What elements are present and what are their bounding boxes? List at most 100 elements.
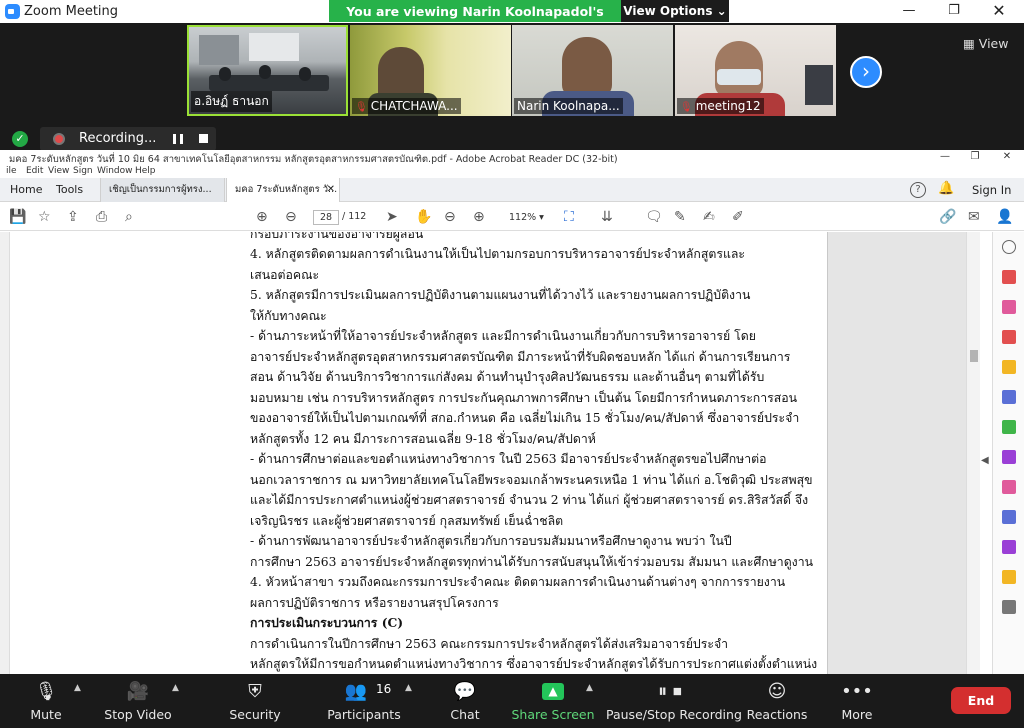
zoom-out-icon[interactable]: ⊖ (444, 208, 456, 226)
maximize-icon[interactable]: ❐ (931, 0, 977, 23)
more-tools-icon[interactable] (1002, 600, 1016, 614)
chat-bubble-icon: 💬 (453, 681, 477, 702)
scroll-mode-icon[interactable]: ⇊ (601, 208, 613, 226)
select-cursor-icon[interactable]: ➤ (386, 208, 398, 226)
comment-tool-icon[interactable] (1002, 360, 1016, 374)
stop-video-button[interactable]: 🎥 Stop Video (102, 674, 174, 728)
comment-icon[interactable]: 🗨 (645, 208, 663, 226)
end-meeting-button[interactable]: End (951, 687, 1011, 714)
recording-dot-icon (53, 133, 65, 145)
scrollbar-thumb[interactable] (970, 350, 978, 362)
share-screen-button[interactable]: ▲ Share Screen (510, 674, 596, 728)
bookmark-star-icon[interactable]: ☆ (38, 208, 51, 226)
video-options-chevron-icon[interactable]: ▲ (172, 683, 179, 693)
microphone-icon: 🎙 (34, 681, 58, 702)
audio-options-chevron-icon[interactable]: ▲ (74, 683, 81, 693)
tab-document-1[interactable]: เชิญเป็นกรรมการผู้ทรง... (100, 178, 225, 202)
sign-tool-icon[interactable] (1002, 540, 1016, 554)
mic-muted-icon: 🎙 (355, 102, 368, 113)
export-pdf-icon[interactable] (1002, 270, 1016, 284)
close-icon[interactable]: ✕ (976, 0, 1022, 23)
view-options-button[interactable]: View Options ⌄ (621, 0, 729, 22)
text-line: การดำเนินการในปีการศึกษา 2563 คณะกรรมการ… (250, 637, 729, 651)
text-line: นอกเวลาราชการ ณ มหาวิทยาลัยเทคโนโลยีพระจ… (250, 473, 813, 487)
share-screen-arrow-icon: ▲ (542, 683, 564, 700)
security-button[interactable]: ⛨ Security (224, 674, 286, 728)
send-for-comments-icon[interactable] (1002, 570, 1016, 584)
close-tab-icon[interactable]: ✕ (327, 178, 335, 201)
search-tools-icon[interactable] (1002, 240, 1016, 254)
email-icon[interactable]: ✉ (968, 208, 980, 226)
organize-pages-icon[interactable] (1002, 300, 1016, 314)
acrobat-titlebar: มคอ 7ระดับหลักสูตร วันที่ 10 มิย 64 สาขา… (0, 150, 1024, 165)
zoom-level-dropdown[interactable]: 112% ▾ (503, 210, 549, 225)
add-user-icon[interactable]: 👤 (996, 208, 1013, 226)
help-icon[interactable]: ? (910, 182, 926, 198)
chat-button[interactable]: 💬 Chat (440, 674, 490, 728)
encryption-shield-icon[interactable]: ✓ (12, 131, 28, 147)
notification-bell-icon[interactable]: 🔔 (938, 181, 954, 196)
view-toggle-button[interactable]: ▦ View (963, 36, 1008, 51)
participant-tile[interactable]: Narin Koolnapa... (512, 25, 673, 116)
pause-recording-icon[interactable] (173, 134, 183, 144)
stop-recording-icon[interactable] (199, 134, 208, 143)
participant-tile[interactable]: 🎙 meeting12 (675, 25, 836, 116)
save-icon[interactable]: 💾 (9, 208, 26, 226)
menu-window[interactable]: Window (97, 166, 133, 176)
text-line: 4. หลักสูตรติดตามผลการดำเนินงานให้เป็นไป… (250, 247, 746, 261)
mute-button[interactable]: 🎙 Mute (22, 674, 70, 728)
zoom-window: Zoom Meeting You are viewing Narin Kooln… (0, 0, 1024, 728)
menu-sign[interactable]: Sign (73, 166, 93, 176)
pause-stop-recording-button[interactable]: ⏸ ⏹ Pause/Stop Recording (606, 674, 742, 728)
hand-tool-icon[interactable]: ✋ (415, 208, 432, 226)
menu-edit[interactable]: Edit (26, 166, 43, 176)
acrobat-minimize-icon[interactable]: — (930, 150, 960, 164)
draw-icon[interactable]: ✍ (703, 208, 715, 226)
menu-help[interactable]: Help (135, 166, 156, 176)
document-scrollbar[interactable] (966, 232, 980, 674)
more-button[interactable]: ••• More (834, 674, 880, 728)
participants-options-chevron-icon[interactable]: ▲ (405, 683, 412, 693)
upload-icon[interactable]: ⇪ (67, 208, 79, 226)
text-line: ให้กับทางคณะ (250, 309, 327, 323)
text-line: มอบหมาย เช่น การบริหารหลักสูตร การประกัน… (250, 391, 798, 405)
fit-page-icon[interactable]: ⛶ (564, 208, 574, 226)
protect-icon[interactable] (1002, 510, 1016, 524)
fill-and-sign-icon[interactable] (1002, 480, 1016, 494)
combine-files-icon[interactable] (1002, 390, 1016, 404)
highlight-pen-icon[interactable]: ✎ (674, 208, 686, 226)
menu-file[interactable]: ile (6, 166, 17, 176)
fill-sign-icon[interactable]: ✐ (732, 208, 744, 226)
page-number-input[interactable]: 28 (313, 210, 339, 225)
acrobat-close-icon[interactable]: ✕ (992, 150, 1022, 164)
gallery-next-page-button[interactable]: › (850, 56, 882, 88)
request-signature-icon[interactable] (1002, 450, 1016, 464)
tab-document-2[interactable]: มคอ 7ระดับหลักสูตร วั... ✕ (226, 178, 340, 202)
collapse-right-panel-icon[interactable]: ◀ (981, 455, 989, 466)
create-pdf-icon[interactable] (1002, 330, 1016, 344)
document-viewport[interactable]: กรอบภาระงานของอาจารย์ผู้สอน 4. หลักสูตรต… (10, 232, 970, 674)
find-icon[interactable]: ⌕ (125, 208, 133, 226)
share-link-icon[interactable]: 🔗 (939, 208, 956, 226)
zoom-in-icon[interactable]: ⊕ (473, 208, 485, 226)
reactions-button[interactable]: ☺ Reactions (746, 674, 808, 728)
participant-tile[interactable]: 🎙 CHATCHAWA... (350, 25, 511, 116)
sign-in-link[interactable]: Sign In (972, 183, 1011, 197)
print-icon[interactable]: ⎙ (96, 208, 107, 226)
page-total: / 112 (342, 211, 367, 222)
text-line: อาจารย์ประจำหลักสูตรอุตสาหกรรมศาสตรบัณฑิ… (250, 350, 791, 364)
minimize-icon[interactable]: — (886, 0, 932, 23)
text-line: หลักสูตรให้มีการขอกำหนดตำแหน่งทางวิชาการ… (250, 657, 818, 671)
share-options-chevron-icon[interactable]: ▲ (586, 683, 593, 693)
participants-button[interactable]: 👥 Participants (320, 674, 408, 728)
tab-tools[interactable]: Tools (48, 178, 91, 202)
acrobat-maximize-icon[interactable]: ❐ (960, 150, 990, 164)
tab-home[interactable]: Home (2, 178, 50, 202)
participant-tile[interactable]: อ.อิษฏ์ ธานอก (187, 25, 348, 116)
menu-view[interactable]: View (48, 166, 69, 176)
edit-pdf-icon[interactable] (1002, 420, 1016, 434)
previous-page-icon[interactable]: ⊕ (256, 208, 268, 226)
next-page-icon[interactable]: ⊖ (285, 208, 297, 226)
text-line: หลักสูตรทั้ง 12 คน มีภาระการสอนเฉลี่ย 9-… (250, 432, 596, 446)
text-line: การศึกษา 2563 อาจารย์ประจำหลักสูตรทุกท่า… (250, 555, 814, 569)
